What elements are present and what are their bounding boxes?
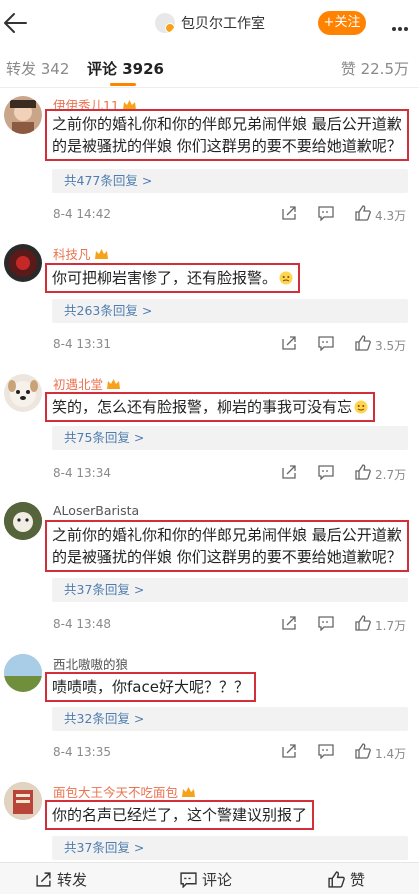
comment-time: 8-4 13:31 xyxy=(53,337,111,351)
tab-like[interactable]: 赞 22.5万 xyxy=(341,58,409,79)
replies-link[interactable]: 共263条回复 > xyxy=(52,299,408,323)
replies-link[interactable]: 共75条回复 > xyxy=(52,426,408,450)
emoji-icon xyxy=(279,271,293,285)
tab-bar: 转发 342 评论 3926 赞 22.5万 xyxy=(0,54,419,88)
like-icon[interactable] xyxy=(355,615,371,631)
comment-text: 啧啧啧，你face好大呢？？？ xyxy=(45,672,256,702)
share-icon xyxy=(36,871,51,887)
top-bar: 包贝尔工作室 +关注 xyxy=(0,0,419,46)
bottom-action-bar: 转发 评论 赞 xyxy=(0,862,419,894)
share-icon[interactable] xyxy=(281,464,297,480)
avatar[interactable] xyxy=(4,502,42,540)
like-icon[interactable] xyxy=(355,335,371,351)
comment-time: 8-4 13:35 xyxy=(53,745,111,759)
comment-text: 笑的，怎么还有脸报警，柳岩的事我可没有忘 xyxy=(45,392,376,422)
comment-username[interactable]: 科技凡 xyxy=(53,244,109,263)
comment-meta: 8-4 13:31 3.5万 xyxy=(53,335,415,355)
comment-meta: 8-4 13:48 1.7万 xyxy=(53,615,415,635)
comment-icon xyxy=(180,871,197,888)
comment-time: 8-4 13:48 xyxy=(53,617,111,631)
like-count: 4.3万 xyxy=(375,209,407,223)
like-icon[interactable] xyxy=(355,205,371,221)
comment-icon[interactable] xyxy=(318,464,334,480)
like-icon[interactable] xyxy=(355,743,371,759)
comment-username[interactable]: ALoserBarista xyxy=(53,503,139,518)
like-icon xyxy=(328,870,345,888)
comment-username[interactable]: 西北嗷嗷的狼 xyxy=(53,654,128,673)
comment-icon[interactable] xyxy=(318,205,334,221)
comment-text: 你的名声已经烂了，这个警建议别报了 xyxy=(45,800,315,830)
follow-button[interactable]: +关注 xyxy=(318,11,366,35)
like-count: 2.7万 xyxy=(375,468,407,482)
replies-link[interactable]: 共37条回复 > xyxy=(52,578,408,602)
comment-icon[interactable] xyxy=(318,335,334,351)
replies-link[interactable]: 共37条回复 > xyxy=(52,836,408,860)
comment-username[interactable]: 面包大王今天不吃面包 xyxy=(53,782,196,801)
avatar[interactable] xyxy=(4,374,42,412)
vip-crown-icon xyxy=(94,249,108,259)
like-button[interactable]: 赞 xyxy=(328,869,365,889)
comment-text: 之前你的婚礼你和你的伴郎兄弟闹伴娘 最后公开道歉 的是被骚扰的伴娘 你们这群男的… xyxy=(45,109,409,161)
comment-text: 之前你的婚礼你和你的伴郎兄弟闹伴娘 最后公开道歉 的是被骚扰的伴娘 你们这群男的… xyxy=(45,520,409,572)
account-avatar xyxy=(155,13,175,33)
active-tab-indicator xyxy=(110,83,136,86)
tab-repost[interactable]: 转发 342 xyxy=(6,58,69,79)
more-dots-icon[interactable] xyxy=(392,16,412,31)
avatar[interactable] xyxy=(4,654,42,692)
like-count: 1.7万 xyxy=(375,619,407,633)
like-count: 3.5万 xyxy=(375,339,407,353)
comment-meta: 8-4 14:42 4.3万 xyxy=(53,205,415,225)
comment-text: 你可把柳岩害惨了，还有脸报警。 xyxy=(45,263,301,293)
avatar[interactable] xyxy=(4,96,42,134)
comment-time: 8-4 14:42 xyxy=(53,207,111,221)
share-icon[interactable] xyxy=(281,743,297,759)
comment-icon[interactable] xyxy=(318,615,334,631)
vip-crown-icon xyxy=(182,787,196,797)
replies-link[interactable]: 共32条回复 > xyxy=(52,707,408,731)
tab-comment[interactable]: 评论 3926 xyxy=(87,58,164,79)
like-icon[interactable] xyxy=(355,464,371,480)
emoji-icon xyxy=(354,400,368,414)
avatar[interactable] xyxy=(4,244,42,282)
share-icon[interactable] xyxy=(281,205,297,221)
avatar[interactable] xyxy=(4,782,42,820)
comment-meta: 8-4 13:35 1.4万 xyxy=(53,743,415,763)
comment-time: 8-4 13:34 xyxy=(53,466,111,480)
vip-crown-icon xyxy=(107,379,121,389)
share-icon[interactable] xyxy=(281,335,297,351)
comment-button[interactable]: 评论 xyxy=(180,869,232,889)
like-count: 1.4万 xyxy=(375,747,407,761)
back-arrow-icon[interactable] xyxy=(2,10,28,36)
comment-meta: 8-4 13:34 2.7万 xyxy=(53,464,415,484)
account-name: 包贝尔工作室 xyxy=(181,16,265,32)
share-icon[interactable] xyxy=(281,615,297,631)
account-header[interactable]: 包贝尔工作室 xyxy=(155,12,265,34)
repost-button[interactable]: 转发 xyxy=(35,869,87,889)
comment-username[interactable]: 初遇北堂 xyxy=(53,374,121,393)
replies-link[interactable]: 共477条回复 > xyxy=(52,169,408,193)
comment-icon[interactable] xyxy=(318,743,334,759)
